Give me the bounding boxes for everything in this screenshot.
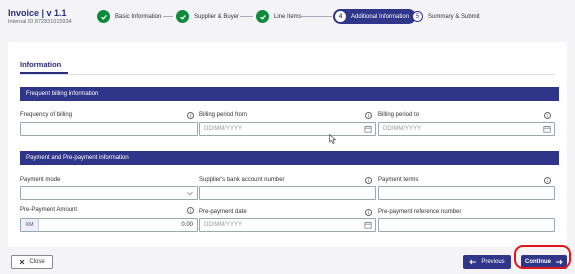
check-icon — [97, 10, 110, 23]
section-header-payment: Payment and Pre-payment information — [20, 151, 559, 165]
info-icon[interactable]: i — [365, 209, 372, 216]
info-icon[interactable]: i — [365, 112, 372, 119]
amount-value: 0.00 — [181, 222, 193, 228]
payment-mode-label: Payment mode — [20, 177, 61, 183]
info-icon[interactable]: i — [365, 177, 372, 184]
info-icon[interactable]: i — [187, 112, 194, 119]
step-line-items[interactable]: Line Items — [256, 9, 302, 24]
continue-highlight-annotation — [514, 245, 571, 269]
step-supplier-buyer[interactable]: Supplier & Buyer — [176, 9, 239, 24]
calendar-icon[interactable] — [543, 125, 551, 133]
previous-label: Previous — [481, 259, 505, 265]
previous-button[interactable]: Previous — [463, 255, 511, 269]
check-icon — [176, 10, 189, 23]
step-label: Line Items — [274, 13, 302, 20]
step-additional-information[interactable]: 4 Additional Information — [333, 9, 417, 24]
frequency-input[interactable] — [20, 122, 198, 136]
step-connector — [163, 16, 173, 17]
prepayment-ref-label: Pre-payment reference number — [378, 209, 462, 215]
tab-underline — [20, 72, 68, 74]
payment-terms-input[interactable] — [378, 186, 555, 200]
information-card: Information Frequent billing information… — [8, 42, 567, 247]
step-basic-information[interactable]: Basic Information — [97, 9, 161, 24]
period-to-input[interactable]: DD/MM/YYYY — [378, 122, 555, 136]
step-label: Basic Information — [115, 13, 162, 20]
calendar-icon[interactable] — [364, 221, 372, 229]
card-title: Information — [20, 60, 62, 69]
step-connector — [240, 16, 253, 17]
step-label: Summary & Submit — [428, 13, 480, 20]
internal-id: Internal ID 872831015934 — [8, 19, 72, 25]
prepayment-amount-input[interactable]: XM 0.00 — [20, 218, 198, 232]
info-icon[interactable]: i — [187, 207, 194, 214]
check-icon — [256, 10, 269, 23]
step-summary-submit[interactable]: 5 Summary & Submit — [412, 9, 480, 24]
step-number: 4 — [335, 11, 346, 22]
page-header: Invoice | v 1.1 Internal ID 872831015934… — [0, 0, 575, 38]
page-title: Invoice | v 1.1 — [8, 8, 67, 18]
prepayment-amount-label: Pre-Payment Amount — [20, 207, 78, 213]
info-icon[interactable]: i — [544, 177, 551, 184]
step-label: Additional Information — [351, 13, 410, 20]
arrow-left-icon — [469, 259, 477, 265]
prepayment-date-label: Pre-payment date — [199, 209, 247, 215]
info-icon[interactable]: i — [544, 112, 551, 119]
close-icon — [19, 259, 25, 265]
divider — [20, 74, 555, 75]
calendar-icon[interactable] — [364, 125, 372, 133]
close-label: Close — [29, 259, 45, 265]
close-button[interactable]: Close — [11, 255, 53, 269]
prepayment-date-input[interactable]: DD/MM/YYYY — [199, 218, 376, 232]
payment-mode-select[interactable] — [20, 186, 198, 200]
bank-account-input[interactable] — [199, 186, 376, 200]
bank-account-label: Supplier's bank account number — [199, 177, 285, 183]
section-header-billing: Frequent billing information — [20, 87, 559, 101]
payment-terms-label: Payment terms — [378, 177, 419, 183]
period-from-input[interactable]: DD/MM/YYYY — [199, 122, 376, 136]
step-connector — [300, 16, 332, 17]
chevron-down-icon — [187, 192, 193, 196]
period-to-label: Billing period to — [378, 112, 420, 118]
frequency-label: Frequency of billing — [20, 112, 73, 118]
step-label: Supplier & Buyer — [194, 13, 240, 20]
currency-prefix: XM — [21, 219, 39, 231]
period-from-label: Billing period from — [199, 112, 248, 118]
step-number: 5 — [412, 11, 423, 22]
mouse-cursor-icon — [329, 134, 337, 144]
prepayment-ref-input[interactable] — [378, 218, 555, 232]
